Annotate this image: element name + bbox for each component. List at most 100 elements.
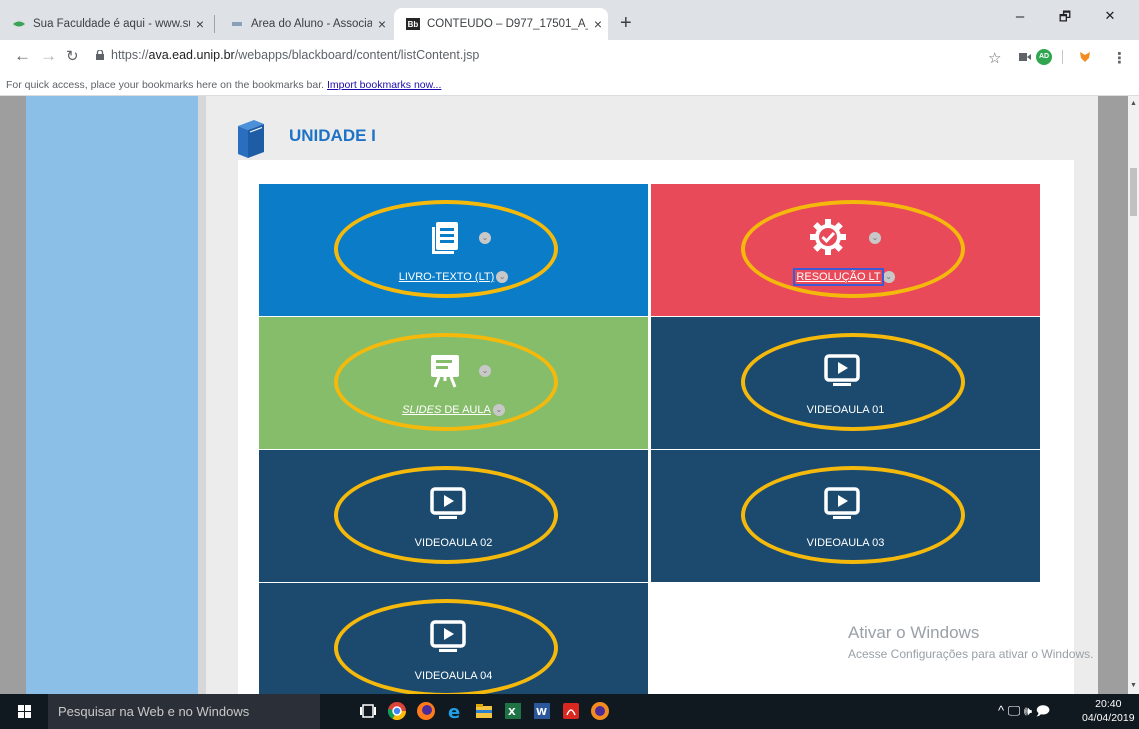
videoaula-04-text[interactable]: VIDEOAULA 04: [415, 670, 493, 682]
scroll-up-icon[interactable]: ▲: [1130, 100, 1137, 107]
clock-date: 04/04/2019: [1082, 712, 1135, 724]
taskbar-clock[interactable]: 20:40 04/04/2019: [1082, 697, 1135, 725]
sidebar-gap: [198, 96, 206, 694]
tile-label: VIDEOAULA 03: [651, 537, 1040, 549]
resolucao-lt-link[interactable]: RESOLUÇÃO LT: [793, 268, 884, 286]
new-tab-button[interactable]: +: [620, 12, 632, 35]
reload-icon[interactable]: ↻: [66, 47, 79, 65]
slides-de-aula-link[interactable]: SLIDES DE AULA: [402, 404, 491, 416]
import-bookmarks-link[interactable]: Import bookmarks now...: [327, 79, 441, 91]
tab-title: Sua Faculdade é aqui - www.suaf: [33, 18, 190, 30]
chevron-down-icon[interactable]: ⌄: [479, 232, 491, 244]
tile-label: RESOLUÇÃO LT ⌄: [651, 268, 1040, 286]
url-scheme: https://: [111, 48, 149, 62]
tab-favicon: [230, 19, 244, 29]
url-host: ava.ead.unip.br: [148, 48, 235, 62]
chevron-down-icon[interactable]: ⌄: [479, 365, 491, 377]
tab-close-icon[interactable]: ×: [588, 16, 608, 32]
book-icon: [432, 222, 458, 254]
close-window-button[interactable]: ✕: [1090, 8, 1130, 24]
address-bar[interactable]: https://ava.ead.unip.br/webapps/blackboa…: [111, 48, 479, 62]
excel-icon[interactable]: X: [503, 701, 523, 721]
livro-texto-link[interactable]: LIVRO-TEXTO (LT): [399, 271, 495, 283]
internet-explorer-icon[interactable]: e: [445, 701, 465, 721]
tab-bar: Sua Faculdade é aqui - www.suaf × Área d…: [0, 0, 1139, 40]
clock-time: 20:40: [1095, 698, 1122, 710]
menu-dots-icon[interactable]: ⋮: [1112, 49, 1127, 67]
taskbar-search-input[interactable]: Pesquisar na Web e no Windows: [48, 694, 320, 729]
avast-antivirus-icon[interactable]: [590, 701, 610, 721]
video-play-icon: [824, 354, 860, 386]
system-tray[interactable]: ^ 🖵 🕪 🗩: [998, 702, 1050, 724]
windows-activation-subtitle: Acesse Configurações para ativar o Windo…: [848, 647, 1094, 661]
profile-avatar[interactable]: AD: [1036, 49, 1052, 65]
file-explorer-icon[interactable]: [474, 701, 494, 721]
tab-conteudo[interactable]: Bb CONTEÚDO – D977_17501_A_R_ ×: [394, 8, 608, 40]
adobe-reader-icon[interactable]: [561, 701, 581, 721]
extension-icon[interactable]: [1078, 50, 1092, 64]
blackboard-favicon-icon: Bb: [406, 18, 420, 30]
slides-italic-text: SLIDES: [402, 404, 442, 416]
video-play-icon: [430, 487, 466, 519]
scroll-down-icon[interactable]: ▼: [1130, 682, 1137, 689]
windows-start-icon[interactable]: [0, 694, 48, 729]
tile-videoaula-04[interactable]: VIDEOAULA 04: [259, 583, 648, 697]
camera-icon[interactable]: [1019, 53, 1031, 61]
chevron-down-icon[interactable]: ⌄: [492, 404, 505, 417]
firefox-icon[interactable]: [416, 701, 436, 721]
tab-area-do-aluno[interactable]: Área do Aluno - Associadas / Sua ×: [218, 8, 392, 40]
tile-videoaula-03[interactable]: VIDEOAULA 03: [651, 450, 1040, 582]
tile-videoaula-01[interactable]: VIDEOAULA 01: [651, 317, 1040, 449]
svg-text:X: X: [508, 707, 516, 718]
browser-toolbar: ← → ↻ https://ava.ead.unip.br/webapps/bl…: [0, 40, 1139, 74]
gear-check-icon: [810, 219, 846, 255]
left-sidebar: [26, 96, 198, 694]
tab-favicon: [12, 19, 26, 29]
unit-title: UNIDADE I: [289, 126, 376, 145]
restore-button[interactable]: 🗗: [1045, 8, 1085, 30]
word-icon[interactable]: W: [532, 701, 552, 721]
videoaula-03-text[interactable]: VIDEOAULA 03: [807, 537, 885, 549]
videoaula-01-text[interactable]: VIDEOAULA 01: [807, 404, 885, 416]
highlight-ring: [741, 200, 965, 298]
svg-text:W: W: [536, 707, 547, 718]
tab-title: CONTEÚDO – D977_17501_A_R_: [427, 18, 588, 30]
tab-separator: [214, 15, 215, 33]
minimize-button[interactable]: –: [1000, 8, 1040, 25]
tile-resolucao-lt[interactable]: ⌄ RESOLUÇÃO LT ⌄: [651, 184, 1040, 316]
tile-livro-texto[interactable]: ⌄ LIVRO-TEXTO (LT) ⌄: [259, 184, 648, 316]
book-unit-icon: [238, 120, 264, 158]
tile-videoaula-02[interactable]: VIDEOAULA 02: [259, 450, 648, 582]
toolbar-divider: [1062, 50, 1063, 64]
tile-label: VIDEOAULA 02: [259, 537, 648, 549]
bookmarks-bar: For quick access, place your bookmarks h…: [0, 74, 1139, 96]
presentation-icon: [431, 355, 459, 388]
forward-arrow-icon[interactable]: →: [40, 46, 57, 66]
chevron-down-icon[interactable]: ⌄: [882, 271, 895, 284]
tile-label: LIVRO-TEXTO (LT) ⌄: [259, 271, 648, 284]
windows-activation-title: Ativar o Windows: [848, 623, 980, 642]
tile-label: VIDEOAULA 04: [259, 670, 648, 682]
lock-icon[interactable]: [96, 50, 104, 60]
url-path: /webapps/blackboard/content/listContent.…: [234, 48, 480, 62]
tab-sua-faculdade[interactable]: Sua Faculdade é aqui - www.suaf ×: [0, 8, 210, 40]
video-play-icon: [430, 620, 466, 652]
bookmarks-hint: For quick access, place your bookmarks h…: [6, 79, 325, 91]
chevron-down-icon[interactable]: ⌄: [496, 271, 509, 284]
back-arrow-icon[interactable]: ←: [14, 46, 31, 66]
tab-title: Área do Aluno - Associadas / Sua: [251, 18, 372, 30]
scrollbar-thumb[interactable]: [1130, 168, 1137, 216]
videoaula-02-text[interactable]: VIDEOAULA 02: [415, 537, 493, 549]
windows-taskbar: Pesquisar na Web e no Windows e X W ^ 🖵 …: [0, 694, 1139, 729]
chrome-icon[interactable]: [387, 701, 407, 721]
tile-slides-de-aula[interactable]: ⌄ SLIDES DE AULA ⌄: [259, 317, 648, 449]
tab-close-icon[interactable]: ×: [372, 16, 392, 32]
bookmark-star-icon[interactable]: ☆: [988, 49, 1001, 67]
tile-label: SLIDES DE AULA ⌄: [259, 404, 648, 417]
task-view-icon[interactable]: [358, 701, 378, 721]
chevron-down-icon[interactable]: ⌄: [869, 232, 881, 244]
slides-rest-text: DE AULA: [441, 404, 491, 416]
page-scrollbar[interactable]: ▲ ▼: [1128, 96, 1139, 694]
tab-close-icon[interactable]: ×: [190, 16, 210, 32]
video-play-icon: [824, 487, 860, 519]
